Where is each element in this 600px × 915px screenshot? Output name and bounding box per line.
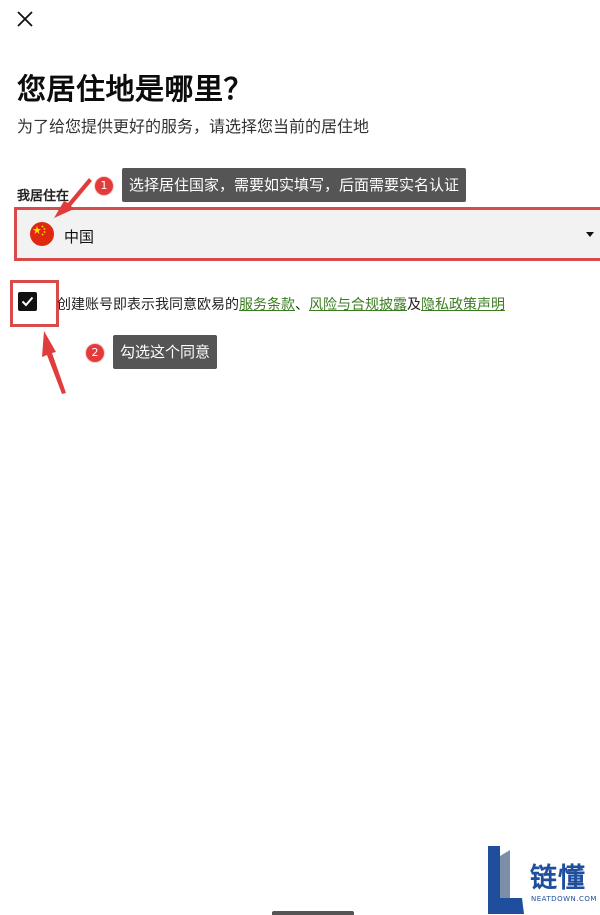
step1-badge: 1	[94, 176, 114, 196]
annotation-arrows	[42, 178, 92, 394]
step2-badge: 2	[85, 343, 105, 363]
step2-tooltip: 勾选这个同意	[113, 335, 218, 369]
home-indicator	[272, 911, 354, 915]
watermark-domain: NEATDOWN.COM	[531, 895, 597, 903]
step1-arrow	[54, 178, 92, 218]
watermark-brand: 链懂	[530, 863, 586, 894]
step2-arrow	[42, 331, 66, 394]
step1-tooltip: 选择居住国家，需要如实填写，后面需要实名认证	[122, 168, 467, 202]
